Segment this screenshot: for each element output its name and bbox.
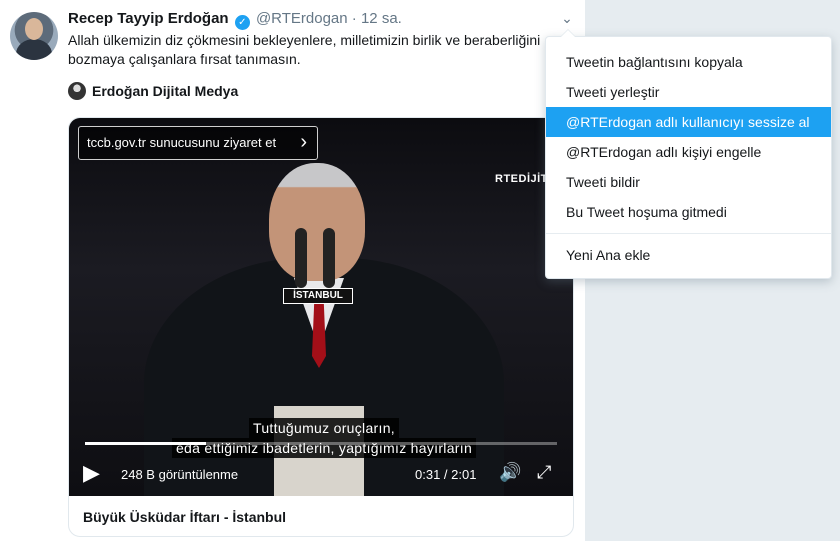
menu-item-copy-link[interactable]: Tweetin bağlantısını kopyala	[546, 47, 831, 77]
video-card[interactable]: İSTANBUL RTEDİJİTAL tccb.gov.tr sunucusu…	[68, 117, 574, 537]
video-frame-speaker-head	[269, 163, 365, 281]
microphone-right	[323, 228, 335, 288]
video-source[interactable]: Erdoğan Dijital Medya	[68, 80, 238, 102]
menu-divider	[546, 233, 831, 234]
chevron-down-icon[interactable]: ⌄	[558, 10, 576, 28]
tweet-header: Recep Tayyip Erdoğan ✓ @RTErdogan · 12 s…	[68, 9, 402, 30]
menu-item-embed[interactable]: Tweeti yerleştir	[546, 77, 831, 107]
source-name: Erdoğan Dijital Medya	[92, 83, 239, 99]
tweet-container: Recep Tayyip Erdoğan ✓ @RTErdogan · 12 s…	[0, 0, 586, 541]
menu-item-dislike[interactable]: Bu Tweet hoşuma gitmedi	[546, 197, 831, 227]
video-time: 0:31 / 2:01	[415, 467, 477, 482]
source-avatar	[68, 82, 86, 100]
author-avatar[interactable]	[10, 12, 58, 60]
volume-icon[interactable]: 🔊	[499, 462, 521, 483]
video-progress-bar[interactable]	[85, 442, 557, 445]
tweet-actions-menu: Tweetin bağlantısını kopyala Tweeti yerl…	[545, 29, 832, 279]
tweet-text: Allah ülkemizin diz çökmesini bekleyenle…	[68, 32, 541, 67]
avatar-face	[25, 18, 43, 40]
location-tag: İSTANBUL	[283, 288, 353, 304]
verified-badge-icon: ✓	[234, 15, 250, 30]
fullscreen-icon[interactable]: ⤢	[537, 462, 551, 483]
avatar-suit	[16, 39, 52, 60]
author-name[interactable]: Recep Tayyip Erdoğan	[68, 10, 229, 27]
separator-dot: ·	[351, 10, 357, 27]
menu-item-block[interactable]: @RTErdogan adlı kişiyi engelle	[546, 137, 831, 167]
subtitle-line-2: eda ettiğimiz ibadetlerin, yaptığımız ha…	[171, 438, 477, 458]
menu-item-add-moment[interactable]: Yeni Ana ekle	[546, 240, 831, 270]
menu-item-report[interactable]: Tweeti bildir	[546, 167, 831, 197]
subtitle-line-1: Tuttuğumuz oruçların,	[249, 418, 399, 438]
video-subtitles: Tuttuğumuz oruçların, eda ettiğimiz ibad…	[149, 418, 499, 458]
author-handle[interactable]: @RTErdogan	[256, 10, 348, 27]
microphone-left	[295, 228, 307, 288]
play-icon[interactable]: ▶	[83, 460, 107, 486]
video-title[interactable]: Büyük Üsküdar İftarı - İstanbul	[83, 509, 286, 525]
visit-site-button[interactable]: tccb.gov.tr sunucusunu ziyaret et ›	[78, 126, 318, 160]
video-progress-fill	[85, 442, 206, 445]
visit-site-label: tccb.gov.tr sunucusunu ziyaret et	[87, 135, 277, 150]
view-count: 248 B görüntülenme	[121, 467, 239, 482]
video-player[interactable]: İSTANBUL RTEDİJİTAL tccb.gov.tr sunucusu…	[69, 118, 573, 496]
tweet-timestamp[interactable]: 12 sa.	[361, 10, 402, 27]
menu-item-mute[interactable]: @RTErdogan adlı kullanıcıyı sessize al	[546, 107, 831, 137]
chevron-right-icon: ›	[300, 131, 307, 153]
